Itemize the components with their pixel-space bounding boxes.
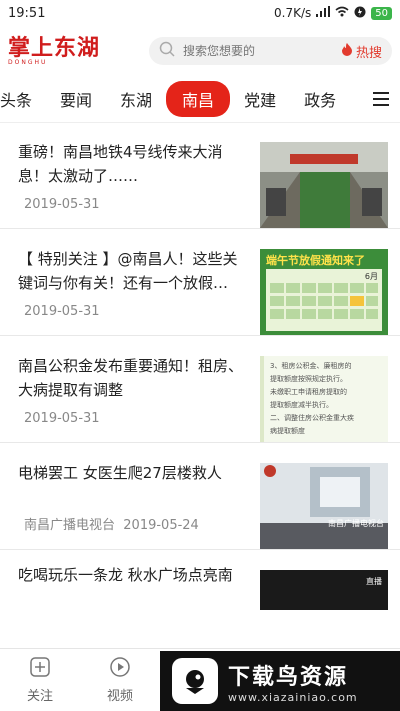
- nav-video-label: 视频: [106, 689, 133, 704]
- tab-zhengwu[interactable]: 政务: [290, 81, 350, 117]
- video-icon: [109, 656, 131, 682]
- news-date: 2019-05-31: [24, 197, 100, 212]
- battery-indicator: 50: [371, 6, 392, 20]
- news-title: 吃喝玩乐一条龙 秋水广场点亮南: [18, 566, 233, 584]
- tab-yaowen[interactable]: 要闻: [46, 81, 106, 117]
- wifi-icon: [335, 6, 349, 20]
- status-time: 19:51: [8, 5, 46, 21]
- flame-icon: [341, 42, 353, 60]
- news-thumbnail: [260, 142, 388, 228]
- tab-nanchang[interactable]: 南昌: [166, 81, 231, 117]
- search-input[interactable]: [180, 43, 335, 59]
- thumb-heading: 端午节放假通知来了: [266, 254, 365, 267]
- hot-search-label: 热搜: [355, 45, 382, 61]
- signal-icon: [316, 6, 331, 20]
- follow-icon: [29, 656, 51, 682]
- news-meta: 2019-05-31: [18, 411, 260, 426]
- nav-video[interactable]: 视频: [80, 649, 160, 711]
- banner-title: 下载鸟资源: [228, 664, 349, 690]
- thumb-caption: 南昌广播电视台: [328, 519, 384, 528]
- channel-tabs: 头条 要闻 东湖 南昌 党建 政务: [0, 76, 400, 123]
- tab-dangjian[interactable]: 党建: [230, 81, 290, 117]
- news-title: 电梯罢工 女医生爬27层楼救人: [18, 464, 222, 482]
- news-title: 南昌公积金发布重要通知！租房、大病提取有调整: [18, 357, 244, 399]
- news-date: 2019-05-31: [24, 304, 100, 319]
- tab-toutiao[interactable]: 头条: [0, 81, 46, 117]
- news-meta: 南昌广播电视台 2019-05-24: [18, 514, 260, 533]
- news-item[interactable]: 重磅！南昌地铁4号线传来大消息！太激动了…… 2019-05-31: [0, 122, 400, 229]
- logo-text: 掌上东湖: [8, 34, 101, 61]
- news-date: 2019-05-24: [123, 518, 199, 533]
- tab-donghu[interactable]: 东湖: [106, 81, 166, 117]
- news-date: 2019-05-31: [24, 411, 100, 426]
- news-title: 重磅！南昌地铁4号线传来大消息！太激动了……: [18, 143, 223, 185]
- news-item[interactable]: 吃喝玩乐一条龙 秋水广场点亮南 直播: [0, 550, 400, 624]
- news-source: 南昌广播电视台: [24, 518, 116, 533]
- logo-subtext: DONGHU: [8, 58, 48, 66]
- news-thumbnail: 端午节放假通知来了 6月: [260, 249, 388, 335]
- news-thumbnail: 3、租房公积金、廉租房的 提取额度按照规定执行。 未缴职工申请租房提取的 提取额…: [260, 356, 388, 442]
- news-item[interactable]: 电梯罢工 女医生爬27层楼救人 南昌广播电视台 2019-05-24 南昌广播电…: [0, 443, 400, 550]
- network-speed: 0.7K/s: [274, 6, 312, 20]
- nav-follow-label: 关注: [26, 689, 53, 704]
- thumb-caption: 直播: [366, 577, 382, 586]
- channel-menu-icon[interactable]: [362, 76, 400, 122]
- hot-search-button[interactable]: 热搜: [341, 42, 382, 61]
- search-icon: [159, 41, 175, 61]
- bird-logo-icon: [172, 658, 218, 704]
- news-item[interactable]: 【 特别关注 】@南昌人！这些关键词与你有关！还有一个放假… 2019-05-3…: [0, 229, 400, 336]
- status-right: 0.7K/s 50: [274, 6, 392, 21]
- status-bar: 19:51 0.7K/s 50: [0, 0, 400, 26]
- news-meta: 2019-05-31: [18, 304, 260, 319]
- watermark-banner: 下载鸟资源 www.xiazainiao.com: [160, 651, 400, 711]
- news-thumbnail: 直播: [260, 570, 388, 610]
- nav-follow[interactable]: 关注: [0, 649, 80, 711]
- news-title: 【 特别关注 】@南昌人！这些关键词与你有关！还有一个放假…: [18, 250, 238, 292]
- news-feed: 重磅！南昌地铁4号线传来大消息！太激动了…… 2019-05-31 【 特别关注…: [0, 122, 400, 624]
- news-thumbnail: 南昌广播电视台: [260, 463, 388, 549]
- news-meta: 2019-05-31: [18, 197, 260, 212]
- banner-url: www.xiazainiao.com: [228, 690, 358, 704]
- app-header: 掌上东湖 DONGHU 热搜: [0, 26, 400, 76]
- search-bar[interactable]: 热搜: [148, 37, 392, 65]
- app-logo[interactable]: 掌上东湖 DONGHU: [8, 37, 139, 66]
- alarm-icon: [354, 6, 366, 21]
- news-item[interactable]: 南昌公积金发布重要通知！租房、大病提取有调整 2019-05-31 3、租房公积…: [0, 336, 400, 443]
